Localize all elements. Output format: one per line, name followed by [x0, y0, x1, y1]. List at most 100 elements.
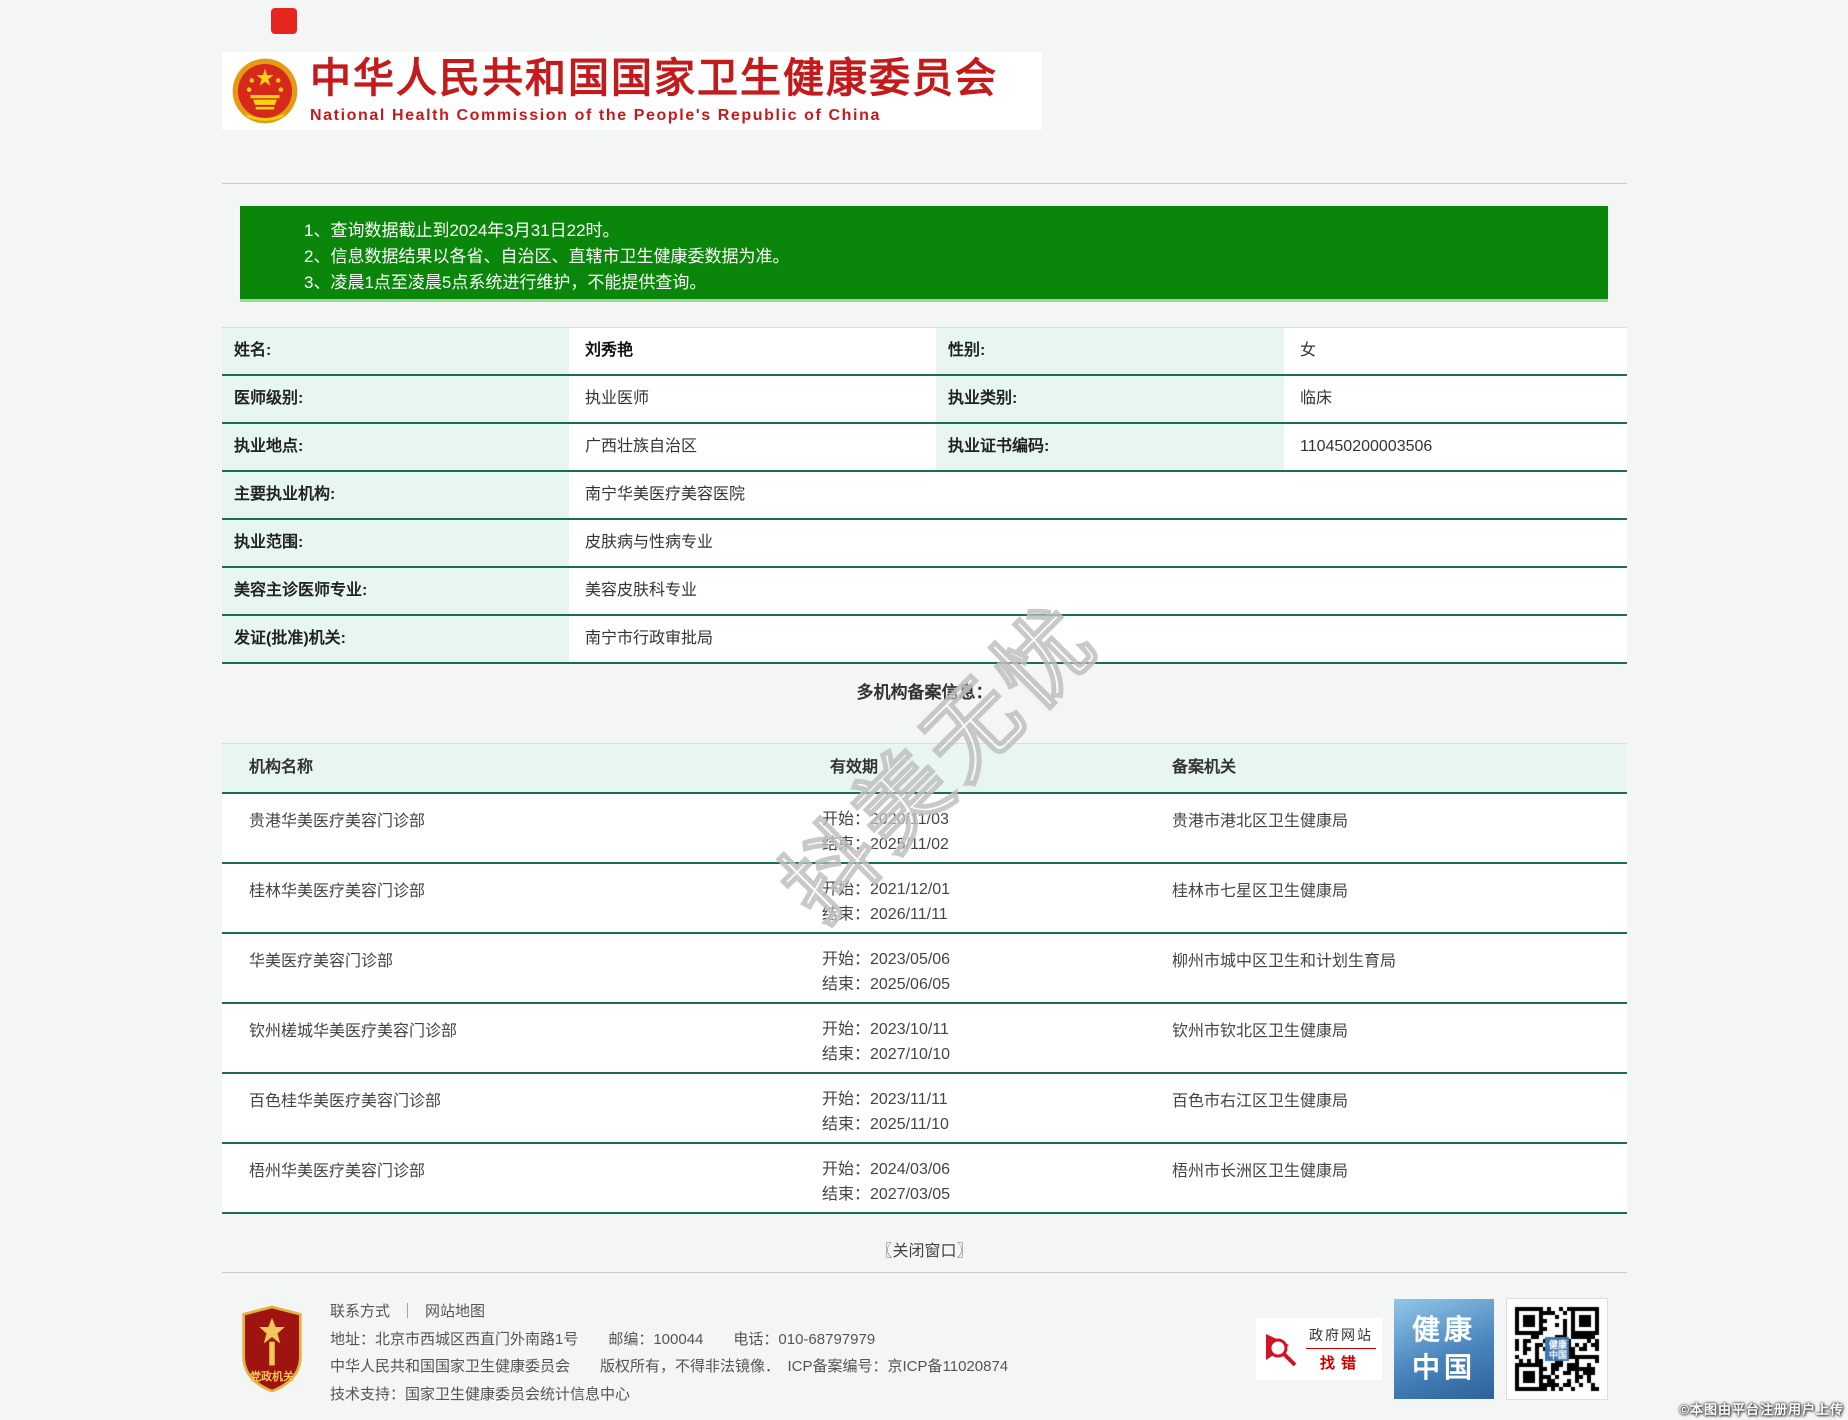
find-error-text: 政府网站 找错 [1306, 1325, 1376, 1373]
institution-row: 华美医疗美容门诊部开始：2023/05/06结束：2025/06/05柳州市城中… [222, 934, 1627, 1004]
party-gov-shield-icon: 党政机关 [240, 1304, 304, 1394]
column-header-validity: 有效期 [822, 744, 1172, 792]
institution-row: 百色桂华美医疗美容门诊部开始：2023/11/11结束：2025/11/10百色… [222, 1074, 1627, 1144]
footer-badges: 政府网站 找错 健康 中国 [1256, 1298, 1608, 1400]
info-label: 执业类别: [936, 376, 1284, 422]
site-header: 中华人民共和国国家卫生健康委员会 National Health Commiss… [222, 52, 1042, 130]
institution-name: 贵港华美医疗美容门诊部 [222, 794, 822, 862]
info-label: 性别: [936, 328, 1284, 374]
sitemap-link[interactable]: 网站地图 [425, 1303, 485, 1320]
shield-badge-text: 党政机关 [250, 1369, 294, 1383]
site-title-cn: 中华人民共和国国家卫生健康委员会 [310, 57, 998, 100]
gov-site-find-error-badge[interactable]: 政府网站 找错 [1256, 1318, 1382, 1380]
validity-start: 开始：2023/11/11 [822, 1087, 1172, 1112]
validity-start: 开始：2021/12/01 [822, 877, 1172, 902]
info-value: 皮肤病与性病专业 [573, 520, 1627, 566]
validity-dates: 开始：2023/05/06结束：2025/06/05 [822, 934, 1172, 1002]
footer-divider [222, 1272, 1627, 1273]
institution-name: 梧州华美医疗美容门诊部 [222, 1144, 822, 1212]
filing-agency: 百色市右江区卫生健康局 [1172, 1074, 1627, 1142]
footer-link-separator: ｜ [400, 1303, 415, 1320]
institution-row: 贵港华美医疗美容门诊部开始：2020/11/03结束：2025/11/02贵港市… [222, 794, 1627, 864]
doctor-info-row: 姓名:刘秀艳性别:女 [222, 328, 1627, 376]
multi-institution-title: 多机构备案信息： [222, 678, 1627, 703]
header-titles: 中华人民共和国国家卫生健康委员会 National Health Commiss… [310, 57, 998, 124]
doctor-info-table: 姓名:刘秀艳性别:女医师级别:执业医师执业类别:临床执业地点:广西壮族自治区执业… [222, 327, 1627, 664]
info-value: 南宁华美医疗美容医院 [573, 472, 1627, 518]
validity-dates: 开始：2021/12/01结束：2026/11/11 [822, 864, 1172, 932]
info-label: 主要执业机构: [222, 472, 569, 518]
info-value: 执业医师 [573, 376, 932, 422]
institution-name: 钦州槎城华美医疗美容门诊部 [222, 1004, 822, 1072]
info-value: 南宁市行政审批局 [573, 616, 1627, 662]
validity-end: 结束：2025/11/10 [822, 1112, 1172, 1137]
contact-link[interactable]: 联系方式 [330, 1303, 390, 1320]
filing-agency: 钦州市钦北区卫生健康局 [1172, 1004, 1627, 1072]
doctor-info-row: 发证(批准)机关:南宁市行政审批局 [222, 616, 1627, 664]
notice-banner: 1、查询数据截止到2024年3月31日22时。 2、信息数据结果以各省、自治区、… [240, 206, 1608, 302]
column-header-institution: 机构名称 [222, 744, 822, 792]
info-value: 110450200003506 [1288, 424, 1627, 470]
info-value: 刘秀艳 [573, 328, 932, 374]
validity-dates: 开始：2023/11/11结束：2025/11/10 [822, 1074, 1172, 1142]
validity-start: 开始：2024/03/06 [822, 1157, 1172, 1182]
info-value: 美容皮肤科专业 [573, 568, 1627, 614]
doctor-info-row: 执业范围:皮肤病与性病专业 [222, 520, 1627, 568]
info-label: 执业证书编码: [936, 424, 1284, 470]
info-label: 姓名: [222, 328, 569, 374]
validity-end: 结束：2027/03/05 [822, 1182, 1172, 1207]
close-window-link[interactable]: 〖关闭窗口〗 [876, 1243, 972, 1260]
info-value: 广西壮族自治区 [573, 424, 932, 470]
notice-line: 3、凌晨1点至凌晨5点系统进行维护，不能提供查询。 [304, 270, 1608, 296]
column-header-agency: 备案机关 [1172, 744, 1627, 792]
validity-start: 开始：2023/05/06 [822, 947, 1172, 972]
national-emblem-icon [232, 56, 298, 126]
qr-code [1506, 1298, 1608, 1400]
notice-line: 2、信息数据结果以各省、自治区、直辖市卫生健康委数据为准。 [304, 244, 1608, 270]
validity-end: 结束：2027/10/10 [822, 1042, 1172, 1067]
healthy-china-line1: 健康 [1394, 1311, 1494, 1349]
qr-code-canvas [1511, 1303, 1603, 1395]
info-label: 美容主诊医师专业: [222, 568, 569, 614]
upload-credit-watermark: ©本图由平台注册用户上传 [1679, 1399, 1844, 1418]
find-error-underline [1306, 1348, 1376, 1349]
institution-row: 桂林华美医疗美容门诊部开始：2021/12/01结束：2026/11/11桂林市… [222, 864, 1627, 934]
find-error-line1: 政府网站 [1306, 1325, 1376, 1345]
find-error-line2: 找错 [1306, 1352, 1376, 1373]
info-value: 临床 [1288, 376, 1627, 422]
multi-table-header: 机构名称 有效期 备案机关 [222, 744, 1627, 794]
filing-agency: 贵港市港北区卫生健康局 [1172, 794, 1627, 862]
healthy-china-badge[interactable]: 健康 中国 [1394, 1299, 1494, 1399]
notice-line: 1、查询数据截止到2024年3月31日22时。 [304, 218, 1608, 244]
footer-address-line: 地址：北京市西城区西直门外南路1号 邮编：100044 电话：010-68797… [330, 1326, 1008, 1354]
footer-text-block: 联系方式 ｜ 网站地图 地址：北京市西城区西直门外南路1号 邮编：100044 电话… [330, 1298, 1008, 1408]
doctor-info-row: 美容主诊医师专业:美容皮肤科专业 [222, 568, 1627, 616]
footer-support-line: 技术支持：国家卫生健康委员会统计信息中心 [330, 1381, 1008, 1409]
doctor-info-row: 执业地点:广西壮族自治区执业证书编码:110450200003506 [222, 424, 1627, 472]
find-error-magnifier-icon [1262, 1329, 1302, 1369]
info-label: 执业地点: [222, 424, 569, 470]
validity-dates: 开始：2023/10/11结束：2027/10/10 [822, 1004, 1172, 1072]
top-left-red-marker [271, 8, 297, 34]
validity-dates: 开始：2020/11/03结束：2025/11/02 [822, 794, 1172, 862]
multi-institution-table: 机构名称 有效期 备案机关 贵港华美医疗美容门诊部开始：2020/11/03结束… [222, 743, 1627, 1214]
filing-agency: 柳州市城中区卫生和计划生育局 [1172, 934, 1627, 1002]
close-window-wrap: 〖关闭窗口〗 [222, 1237, 1627, 1261]
footer-links-row: 联系方式 ｜ 网站地图 [330, 1298, 1008, 1326]
validity-start: 开始：2020/11/03 [822, 807, 1172, 832]
validity-end: 结束：2025/11/02 [822, 832, 1172, 857]
filing-agency: 梧州市长洲区卫生健康局 [1172, 1144, 1627, 1212]
nhc-doctor-query-page: { "colors":{"green_notice":"#0a860a","mi… [0, 0, 1848, 1420]
filing-agency: 桂林市七星区卫生健康局 [1172, 864, 1627, 932]
institution-name: 华美医疗美容门诊部 [222, 934, 822, 1002]
institution-name: 桂林华美医疗美容门诊部 [222, 864, 822, 932]
site-title-en: National Health Commission of the People… [310, 107, 998, 125]
header-divider [222, 183, 1627, 184]
info-value: 女 [1288, 328, 1627, 374]
institution-row: 梧州华美医疗美容门诊部开始：2024/03/06结束：2027/03/05梧州市… [222, 1144, 1627, 1214]
validity-dates: 开始：2024/03/06结束：2027/03/05 [822, 1144, 1172, 1212]
institution-row: 钦州槎城华美医疗美容门诊部开始：2023/10/11结束：2027/10/10钦… [222, 1004, 1627, 1074]
doctor-info-row: 主要执业机构:南宁华美医疗美容医院 [222, 472, 1627, 520]
healthy-china-line2: 中国 [1394, 1349, 1494, 1387]
validity-start: 开始：2023/10/11 [822, 1017, 1172, 1042]
